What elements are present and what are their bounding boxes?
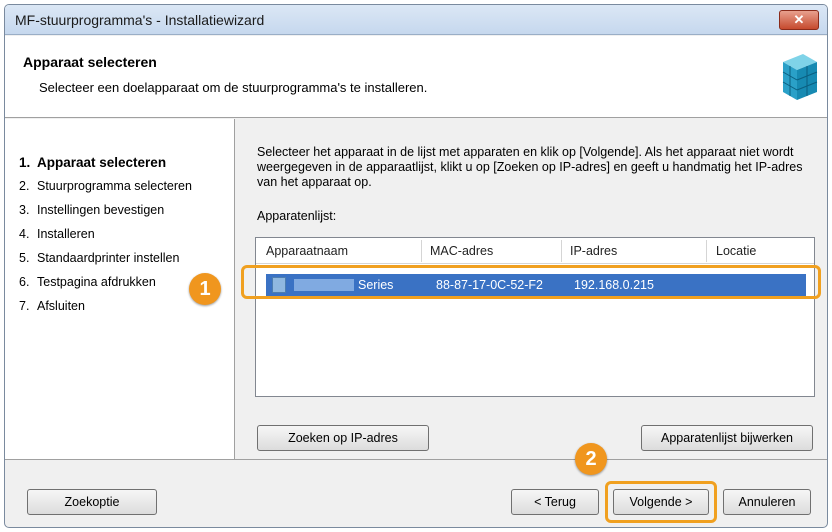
step-4: 4. Installeren [19,227,95,241]
step-1: 1. Apparaat selecteren [19,155,167,170]
search-option-button[interactable]: Zoekoptie [27,489,157,515]
printer-cube-icon [782,54,818,100]
callout-ring-device [241,265,821,299]
window-title: MF-stuurprogramma's - Installatiewizard [15,12,265,28]
step-7: 7. Afsluiten [19,299,85,313]
callout-badge-1: 1 [189,273,221,305]
step-2: 2. Stuurprogramma selecteren [19,179,192,193]
callout-badge-2: 2 [575,443,607,475]
column-header-mac[interactable]: MAC-adres [430,244,493,258]
search-ip-button[interactable]: Zoeken op IP-adres [257,425,429,451]
step-6: 6. Testpagina afdrukken [19,275,156,289]
column-header-location[interactable]: Locatie [716,244,756,258]
device-list-header: Apparaatnaam MAC-adres IP-adres Locatie [256,238,814,264]
step-5: 5. Standaardprinter instellen [19,251,180,265]
step-3: 3. Instellingen bevestigen [19,203,165,217]
title-bar: MF-stuurprogramma's - Installatiewizard … [5,5,827,35]
page-title: Apparaat selecteren [23,54,157,70]
device-list-label: Apparatenlijst: [257,209,337,223]
page-subtitle: Selecteer een doelapparaat om de stuurpr… [39,80,428,95]
refresh-list-button[interactable]: Apparatenlijst bijwerken [641,425,813,451]
installer-window: MF-stuurprogramma's - Installatiewizard … [4,4,828,528]
column-header-ip[interactable]: IP-adres [570,244,617,258]
callout-ring-next [605,481,717,523]
close-button[interactable]: ✕ [779,10,819,30]
wizard-header: Apparaat selecteren Selecteer een doelap… [5,36,827,118]
cancel-button[interactable]: Annuleren [723,489,811,515]
device-list[interactable]: Apparaatnaam MAC-adres IP-adres Locatie … [255,237,815,397]
column-header-name[interactable]: Apparaatnaam [266,244,348,258]
back-button[interactable]: < Terug [511,489,599,515]
instruction-text: Selecteer het apparaat in de lijst met a… [257,145,803,189]
